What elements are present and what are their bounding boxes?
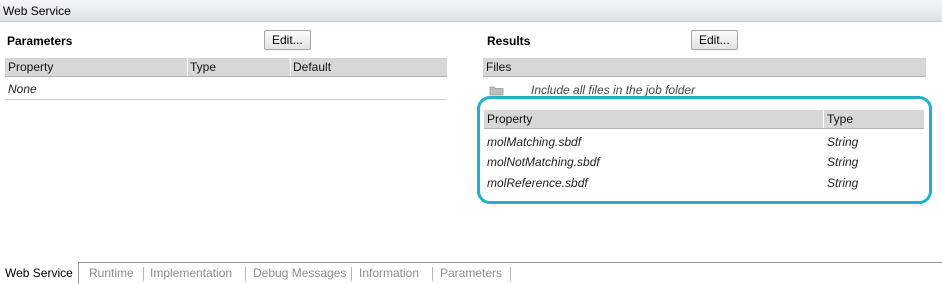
tab-debug-messages[interactable]: Debug Messages <box>253 266 346 280</box>
tab-separator <box>245 267 246 281</box>
folder-icon <box>489 86 504 96</box>
parameters-empty-row: None <box>8 82 37 96</box>
window-title: Web Service <box>3 4 71 18</box>
tab-separator <box>510 267 511 281</box>
column-separator <box>290 58 291 76</box>
include-files-option[interactable]: Include all files in the job folder <box>531 83 695 97</box>
result-row-property: molMatching.sbdf <box>487 135 582 149</box>
column-separator <box>187 58 188 76</box>
results-edit-button[interactable]: Edit... <box>691 30 738 50</box>
column-header-property[interactable]: Property <box>8 60 53 74</box>
column-separator <box>823 110 824 128</box>
parameters-table-bottom-border <box>5 99 447 100</box>
tab-separator <box>143 267 144 281</box>
result-row-type: String <box>827 135 859 149</box>
parameters-title: Parameters <box>7 34 73 48</box>
tab-information[interactable]: Information <box>359 266 419 280</box>
result-row-type: String <box>827 176 859 190</box>
bottom-tab-bar: Web Service Runtime Implementation Debug… <box>0 262 942 284</box>
tab-separator <box>351 267 352 281</box>
tab-parameters[interactable]: Parameters <box>440 266 502 280</box>
parameters-table-header: Property Type Default <box>5 58 447 77</box>
tab-separator <box>432 267 433 281</box>
column-header-property[interactable]: Property <box>487 112 532 126</box>
parameters-edit-button[interactable]: Edit... <box>264 30 311 50</box>
files-header-label: Files <box>486 60 512 74</box>
tab-implementation[interactable]: Implementation <box>150 266 232 280</box>
column-header-default[interactable]: Default <box>293 60 331 74</box>
results-title: Results <box>487 34 531 48</box>
tab-web-service[interactable]: Web Service <box>5 266 73 280</box>
tab-runtime[interactable]: Runtime <box>89 266 134 280</box>
column-header-type[interactable]: Type <box>827 112 853 126</box>
files-header: Files <box>483 58 926 77</box>
result-row-property: molReference.sbdf <box>487 176 588 190</box>
results-table-header: Property Type <box>484 110 924 129</box>
window-title-bar: Web Service <box>0 0 942 22</box>
result-row-type: String <box>827 155 859 169</box>
result-row-property: molNotMatching.sbdf <box>487 155 600 169</box>
column-header-type[interactable]: Type <box>190 60 216 74</box>
